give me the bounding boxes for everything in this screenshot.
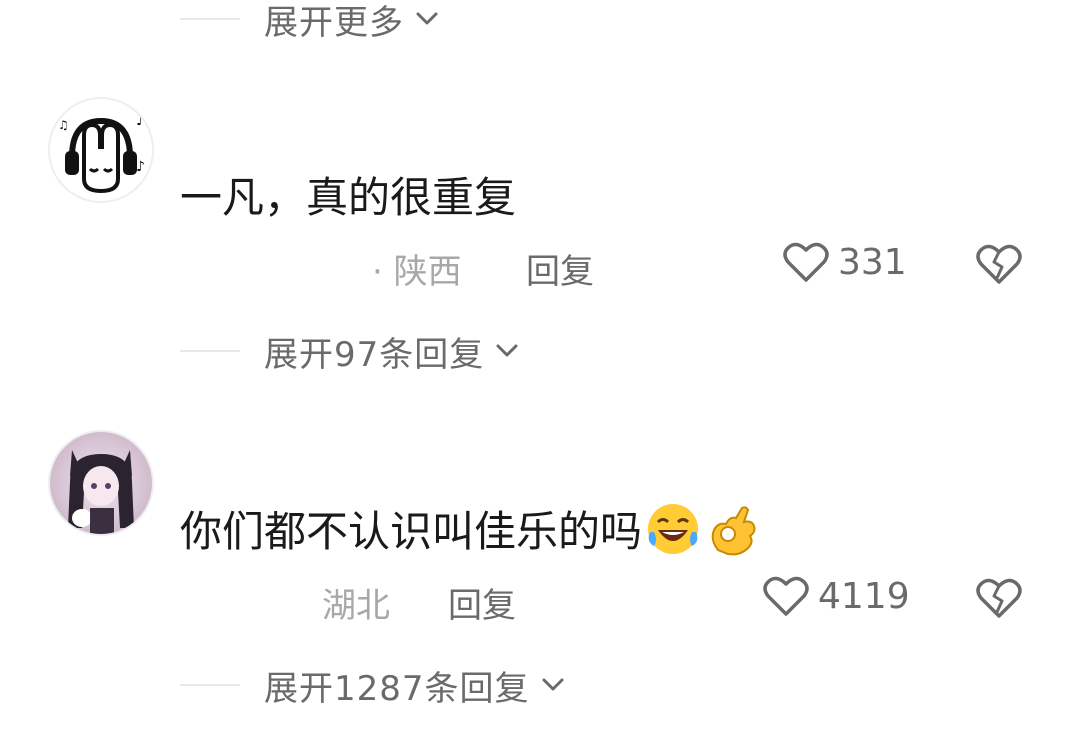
bunny-headphones-avatar-icon: ♪ ♪ ♫ <box>50 99 152 201</box>
expand-replies-row[interactable]: 展开1287条回复 <box>180 660 568 710</box>
comment-text: 一凡，真的很重复 <box>180 173 517 222</box>
like-button[interactable]: 4119 <box>762 574 910 618</box>
divider-line <box>180 684 240 686</box>
expand-replies-row[interactable]: 展开97条回复 <box>180 326 522 376</box>
chevron-down-icon <box>416 12 438 25</box>
reply-button[interactable]: 回复 <box>526 244 594 293</box>
ok-hand-emoji-icon <box>711 505 756 555</box>
avatar[interactable] <box>48 430 154 536</box>
avatar[interactable]: ♪ ♪ ♫ <box>48 97 154 203</box>
broken-heart-icon[interactable] <box>975 576 1023 620</box>
expand-replies-label: 展开1287条回复 <box>264 668 530 709</box>
heart-icon <box>763 576 809 616</box>
expand-replies-label: 展开97条回复 <box>264 334 485 375</box>
expand-more-label: 展开更多 <box>264 2 404 43</box>
like-count: 331 <box>838 241 907 283</box>
heart-icon <box>783 242 829 282</box>
svg-text:♪: ♪ <box>136 113 145 129</box>
divider-line <box>180 18 240 20</box>
comment-location: · 陕西 <box>372 252 462 292</box>
divider-line <box>180 350 240 352</box>
svg-text:♪: ♪ <box>136 159 145 175</box>
broken-heart-icon[interactable] <box>975 242 1023 286</box>
chevron-down-icon <box>542 678 564 691</box>
expand-more-row[interactable]: 展开更多 <box>180 0 442 44</box>
like-count: 4119 <box>818 575 910 617</box>
anime-girl-avatar-icon <box>50 432 152 534</box>
chevron-down-icon <box>496 344 518 357</box>
reply-button[interactable]: 回复 <box>448 578 516 627</box>
comment-text: 你们都不认识叫佳乐的吗 <box>180 498 758 559</box>
comment-location: 湖北 <box>322 586 390 626</box>
laughing-crying-emoji-icon <box>648 503 699 554</box>
svg-text:♫: ♫ <box>58 118 69 132</box>
like-button[interactable]: 331 <box>782 240 907 284</box>
comment-text-body: 你们都不认识叫佳乐的吗 <box>180 507 643 556</box>
